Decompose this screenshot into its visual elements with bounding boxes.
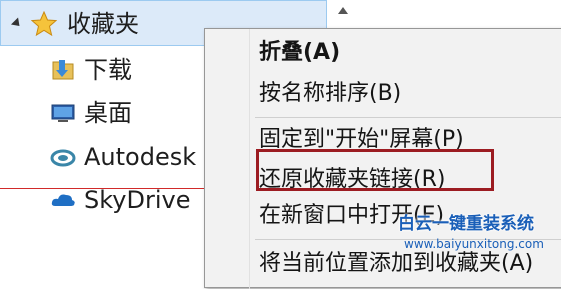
menu-item-sort-by-name[interactable]: 按名称排序(B) — [205, 75, 561, 113]
watermark: 白云一键重装系统 www.baiyunxitong.com — [398, 212, 561, 267]
watermark-url: www.baiyunxitong.com — [404, 237, 544, 251]
expand-arrow-icon[interactable] — [10, 17, 24, 30]
favorites-label: 收藏夹 — [67, 10, 139, 38]
star-icon — [31, 11, 57, 37]
desktop-icon — [51, 104, 75, 122]
autodesk-icon — [50, 149, 76, 167]
skydrive-cloud-icon — [51, 194, 75, 206]
menu-separator — [255, 117, 561, 118]
scroll-up-arrow-icon[interactable] — [332, 0, 354, 26]
tree-item-label: 下载 — [84, 56, 132, 84]
tree-item-desktop[interactable]: 桌面 — [0, 96, 200, 132]
highlight-annotation-box — [256, 149, 494, 191]
tree-item-label: Autodesk — [84, 143, 197, 171]
menu-item-label: 按名称排序(B) — [259, 81, 402, 106]
tree-item-label: 桌面 — [84, 99, 132, 127]
menu-item-label: 折叠(A) — [259, 40, 341, 65]
watermark-title: 白云一键重装系统 — [398, 214, 534, 234]
menu-item-collapse[interactable]: 折叠(A) — [205, 34, 561, 72]
tree-item-downloads[interactable]: 下载 — [0, 53, 200, 89]
tree-item-autodesk[interactable]: Autodesk — [0, 140, 200, 176]
downloads-folder-icon — [52, 60, 74, 80]
